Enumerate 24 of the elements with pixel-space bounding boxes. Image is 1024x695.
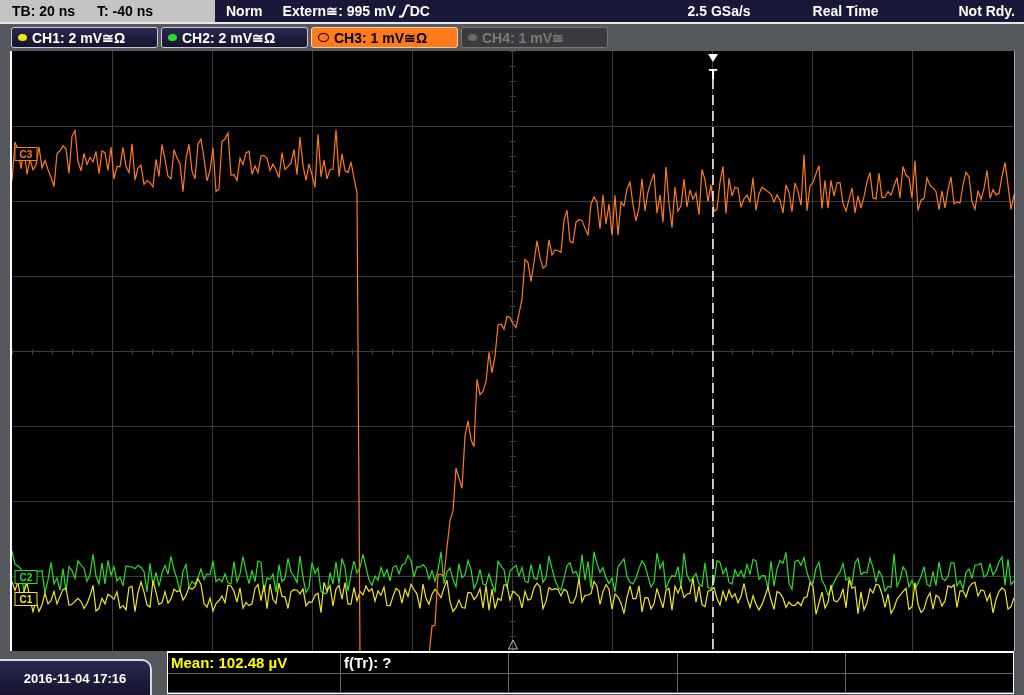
triangle-icon <box>508 639 518 650</box>
channel-label: CH1: 2 mV≅Ω <box>32 29 126 46</box>
acquisition-state-label: Not Rdy. <box>958 3 1015 19</box>
measurement-value: f(Tr): ? <box>344 654 392 671</box>
channel-tab[interactable]: CH2: 2 mV≅Ω <box>161 27 308 48</box>
channel-marker: C3 <box>14 147 38 161</box>
channel-label: CH2: 2 mV≅Ω <box>182 29 276 46</box>
trigger-mode-label: Norm <box>226 3 263 19</box>
sample-rate-label: 2.5 GSa/s <box>687 3 751 19</box>
trigger-label: T <box>708 66 718 82</box>
channel-marker: C1 <box>14 592 38 606</box>
channel-tab[interactable]: CH3: 1 mV≅Ω <box>311 27 458 48</box>
trigger-coupling-label: DC <box>409 3 430 19</box>
channel-marker: C2 <box>14 570 38 584</box>
acquisition-mode-label: Real Time <box>812 3 879 19</box>
channel-label: CH4: 1 mV≅ <box>482 29 565 46</box>
date-time-label: 2016-11-04 17:16 <box>0 659 152 695</box>
trigger-source-label: Extern≅: 995 mV <box>282 3 396 19</box>
channel-label: CH3: 1 mV≅Ω <box>334 29 428 46</box>
channel-tab[interactable]: CH1: 2 mV≅Ω <box>11 27 158 48</box>
trigger-time-label: T: -40 ns <box>97 3 154 19</box>
measurement-value: Mean: 102.48 µV <box>171 654 288 671</box>
rising-edge-icon <box>398 4 410 18</box>
timebase-label: TB: 20 ns <box>12 3 75 19</box>
